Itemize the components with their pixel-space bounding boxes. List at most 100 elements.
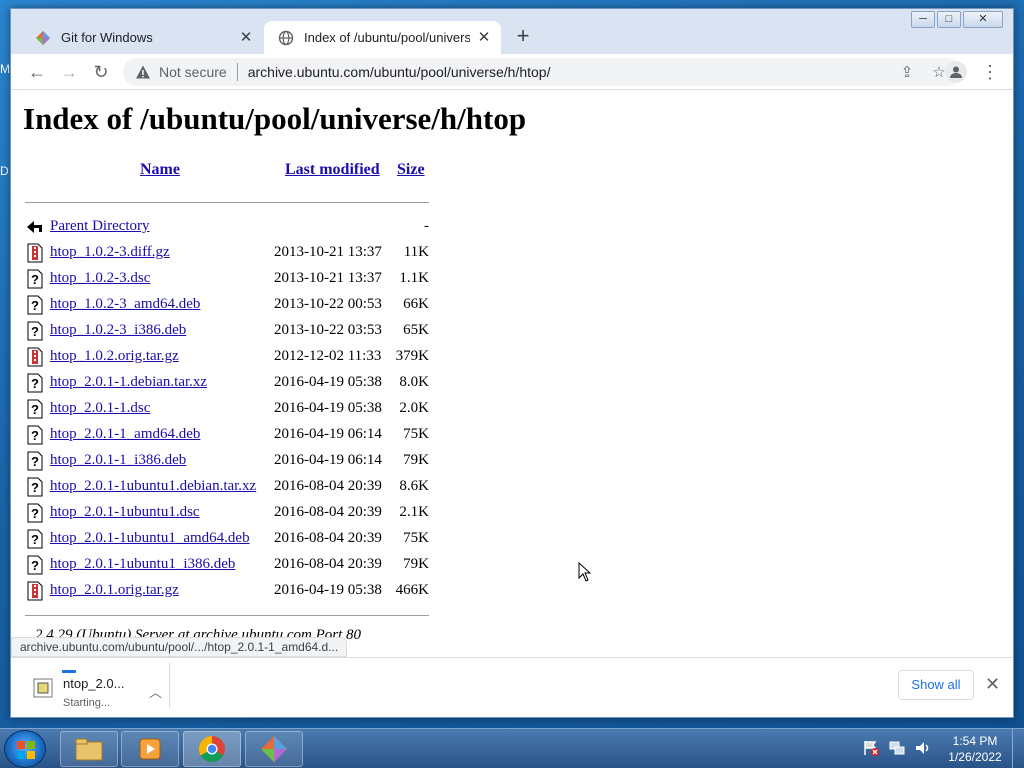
- taskbar-git-for-windows[interactable]: [245, 731, 303, 767]
- file-size: 8.6K: [399, 478, 429, 494]
- start-button[interactable]: [4, 730, 46, 768]
- sort-by-modified-link[interactable]: Last modified: [285, 161, 380, 179]
- tab-title: Index of /ubuntu/pool/universe/h: [304, 30, 470, 45]
- file-size: 11K: [403, 244, 429, 260]
- svg-text:?: ?: [31, 324, 39, 339]
- taskbar-file-explorer[interactable]: [60, 731, 118, 767]
- file-link[interactable]: htop_1.0.2-3.dsc: [50, 270, 150, 287]
- profile-avatar[interactable]: [945, 61, 967, 83]
- sort-by-name-link[interactable]: Name: [140, 161, 180, 179]
- file-size: 75K: [403, 530, 429, 546]
- clock-time: 1:54 PM: [952, 734, 998, 748]
- file-modified: 2013-10-21 13:37: [274, 270, 382, 286]
- file-link[interactable]: htop_2.0.1-1_i386.deb: [50, 452, 186, 469]
- forward-button[interactable]: →: [57, 60, 81, 84]
- close-icon[interactable]: ✕: [476, 29, 492, 46]
- unknown-file-icon: ?: [27, 477, 43, 497]
- file-row: ? htop_2.0.1-1ubuntu1_i386.deb 2016-08-04 …: [25, 552, 429, 578]
- file-modified: 2016-08-04 20:39: [274, 556, 382, 572]
- file-link[interactable]: htop_2.0.1-1_amd64.deb: [50, 426, 200, 443]
- unknown-file-icon: ?: [27, 425, 43, 445]
- file-link[interactable]: htop_2.0.1.orig.tar.gz: [50, 582, 179, 599]
- back-button[interactable]: ←: [25, 60, 49, 84]
- git-for-windows-icon: [35, 30, 51, 46]
- tab-index-of-htop[interactable]: Index of /ubuntu/pool/universe/h ✕: [264, 21, 501, 54]
- file-link[interactable]: htop_2.0.1-1.dsc: [50, 400, 150, 417]
- git-for-windows-icon: [261, 736, 287, 762]
- close-window-button[interactable]: ✕: [963, 11, 1003, 28]
- svg-text:?: ?: [31, 532, 39, 547]
- close-icon[interactable]: ✕: [238, 29, 254, 46]
- minimize-button[interactable]: ─: [911, 11, 935, 28]
- file-modified: 2012-12-02 11:33: [274, 348, 382, 364]
- unknown-file-icon: ?: [27, 399, 43, 419]
- network-icon[interactable]: [888, 739, 906, 757]
- divider: [169, 662, 170, 708]
- address-bar[interactable]: Not secure archive.ubuntu.com/ubuntu/poo…: [123, 58, 961, 86]
- parent-directory-link[interactable]: Parent Directory: [50, 218, 150, 235]
- page-title: Index of /ubuntu/pool/universe/h/htop: [23, 101, 527, 136]
- show-desktop-button[interactable]: [1012, 729, 1024, 768]
- reload-button[interactable]: ↻: [89, 60, 113, 84]
- file-link[interactable]: htop_2.0.1-1ubuntu1.debian.tar.xz: [50, 478, 256, 495]
- svg-text:?: ?: [31, 480, 39, 495]
- more-menu-button[interactable]: ⋮: [981, 60, 999, 84]
- unknown-file-icon: ?: [27, 503, 43, 523]
- file-size: 79K: [403, 556, 429, 572]
- file-link[interactable]: htop_1.0.2-3_amd64.deb: [50, 296, 200, 313]
- close-icon[interactable]: ✕: [985, 674, 1000, 695]
- tab-title: Git for Windows: [61, 30, 153, 45]
- file-row: htop_1.0.2.orig.tar.gz 2012-12-02 11:33 37…: [25, 344, 429, 370]
- sort-by-size-link[interactable]: Size: [397, 161, 425, 179]
- new-tab-button[interactable]: +: [511, 25, 535, 49]
- maximize-button[interactable]: □: [937, 11, 961, 28]
- file-link[interactable]: htop_1.0.2-3.diff.gz: [50, 244, 170, 261]
- person-icon: [950, 66, 962, 78]
- unknown-file-icon: ?: [27, 373, 43, 393]
- file-explorer-icon: [75, 738, 103, 761]
- file-row: ? htop_1.0.2-3_amd64.deb 2013-10-22 00:53 6…: [25, 292, 429, 318]
- compressed-file-icon: [27, 581, 43, 601]
- desktop-icon-label[interactable]: M: [0, 62, 10, 76]
- file-link[interactable]: htop_2.0.1-1ubuntu1.dsc: [50, 504, 200, 521]
- file-row: ? htop_2.0.1-1.debian.tar.xz 2016-04-19 05…: [25, 370, 429, 396]
- file-modified: 2016-04-19 06:14: [274, 452, 382, 468]
- file-link[interactable]: htop_1.0.2.orig.tar.gz: [50, 348, 179, 365]
- svg-text:?: ?: [31, 272, 39, 287]
- warning-icon[interactable]: [135, 64, 151, 80]
- page-content: Index of /ubuntu/pool/universe/h/htop Na…: [11, 91, 1013, 656]
- file-link[interactable]: htop_2.0.1-1ubuntu1_amd64.deb: [50, 530, 250, 547]
- file-link[interactable]: htop_2.0.1-1ubuntu1_i386.deb: [50, 556, 235, 573]
- tab-git-for-windows[interactable]: Git for Windows ✕: [21, 21, 263, 54]
- file-icon: [33, 678, 53, 698]
- svg-text:?: ?: [31, 298, 39, 313]
- file-size: 2.1K: [399, 504, 429, 520]
- file-link[interactable]: htop_2.0.1-1.debian.tar.xz: [50, 374, 207, 391]
- file-link[interactable]: htop_1.0.2-3_i386.deb: [50, 322, 186, 339]
- taskbar-media-player[interactable]: [121, 731, 179, 767]
- download-status: Starting...: [63, 697, 111, 709]
- browser-window: Git for Windows ✕ Index of /ubuntu/pool/…: [10, 8, 1014, 718]
- download-filename: ntop_2.0...: [63, 676, 125, 691]
- security-status[interactable]: Not secure: [159, 64, 227, 80]
- download-item[interactable]: ntop_2.0... Starting... ︿: [21, 666, 171, 712]
- desktop-icon-label[interactable]: D: [0, 164, 9, 178]
- file-modified: 2016-08-04 20:39: [274, 530, 382, 546]
- taskbar-chrome[interactable]: [183, 731, 241, 767]
- chevron-up-icon[interactable]: ︿: [149, 682, 162, 701]
- volume-icon[interactable]: [914, 739, 932, 757]
- share-icon[interactable]: ⇪: [897, 63, 917, 81]
- file-modified: 2013-10-22 00:53: [274, 296, 382, 312]
- show-all-button[interactable]: Show all: [898, 670, 974, 700]
- browser-toolbar: ← → ↻ Not secure archive.ubuntu.com/ubun…: [11, 54, 1013, 90]
- system-clock[interactable]: 1:54 PM 1/26/2022: [940, 733, 1010, 765]
- unknown-file-icon: ?: [27, 295, 43, 315]
- file-size: 65K: [403, 322, 429, 338]
- file-modified: 2016-04-19 05:38: [274, 400, 382, 416]
- download-shelf: ntop_2.0... Starting... ︿ Show all ✕: [11, 657, 1013, 717]
- file-modified: 2016-04-19 05:38: [274, 374, 382, 390]
- action-center-flag-icon[interactable]: [862, 739, 880, 757]
- file-row: htop_2.0.1.orig.tar.gz 2016-04-19 05:38 46…: [25, 578, 429, 604]
- clock-date: 1/26/2022: [948, 750, 1002, 764]
- url-text[interactable]: archive.ubuntu.com/ubuntu/pool/universe/…: [248, 64, 897, 80]
